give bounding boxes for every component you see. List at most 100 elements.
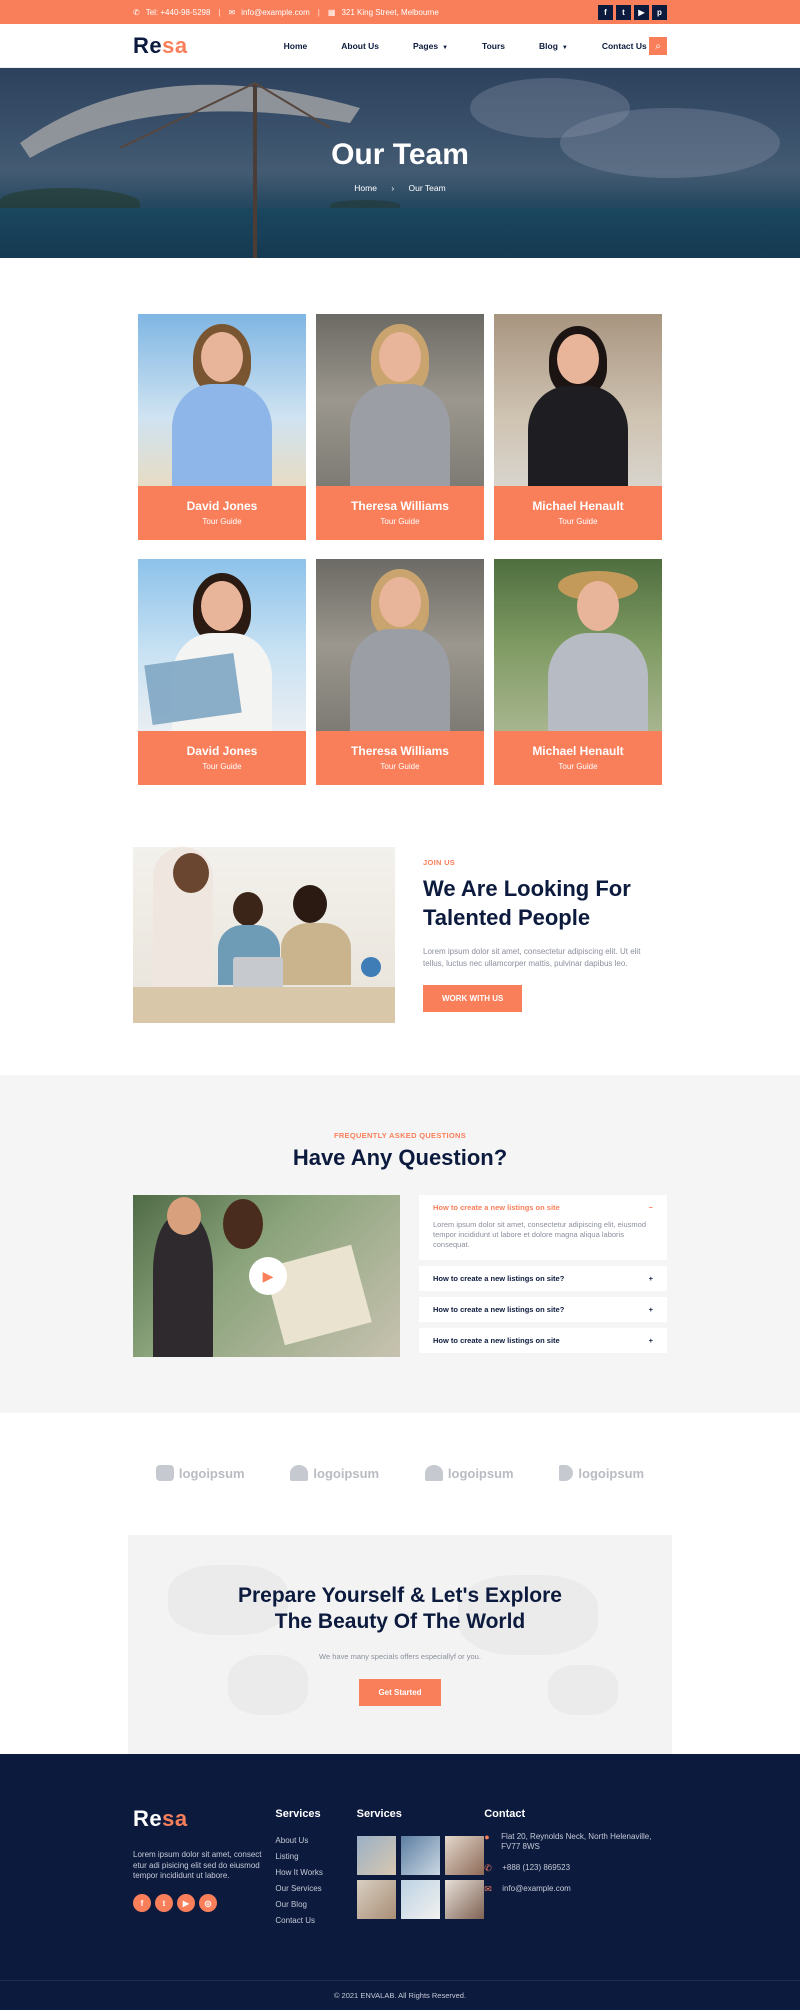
faq-item: How to create a new listings on site? + — [419, 1297, 667, 1323]
faq-question[interactable]: How to create a new listings on site + — [419, 1328, 667, 1353]
team-name: David Jones — [186, 744, 258, 758]
nav-label: Tours — [482, 41, 505, 51]
footer-link[interactable]: Listing — [275, 1852, 356, 1861]
team-card[interactable]: Theresa Williams Tour Guide — [316, 559, 484, 785]
gallery-thumbnail[interactable] — [356, 1879, 396, 1919]
nav-about[interactable]: About Us — [341, 41, 379, 51]
play-button[interactable]: ▶ — [249, 1257, 287, 1295]
team-card[interactable]: David Jones Tour Guide — [138, 314, 306, 540]
logo-part-2: sa — [162, 1805, 188, 1831]
get-started-button[interactable]: Get Started — [359, 1678, 441, 1706]
faq-question[interactable]: How to create a new listings on site? + — [419, 1297, 667, 1322]
gallery-thumbnail[interactable] — [400, 1835, 440, 1875]
gallery-thumbnail[interactable] — [400, 1879, 440, 1919]
faq-question-text: How to create a new listings on site — [433, 1336, 560, 1346]
footer-link[interactable]: About Us — [275, 1836, 356, 1845]
twitter-icon[interactable]: t — [616, 4, 631, 20]
team-card[interactable]: David Jones Tour Guide — [138, 559, 306, 785]
join-content: JOIN US We Are Looking For Talented Peop… — [423, 858, 663, 1012]
mail-icon: ✉ — [484, 1884, 492, 1895]
join-text: Lorem ipsum dolor sit amet, consectetur … — [423, 947, 641, 968]
phone-text[interactable]: +888 (123) 869523 — [502, 1863, 570, 1875]
person-figure — [162, 324, 282, 486]
partner-logo[interactable]: logoipsum — [424, 1465, 514, 1482]
facebook-icon[interactable]: f — [598, 4, 613, 20]
team-photo — [316, 559, 484, 731]
facebook-icon[interactable]: f — [133, 1894, 151, 1913]
nav-contact[interactable]: Contact Us — [602, 41, 647, 51]
breadcrumb: Home › Our Team — [0, 183, 800, 193]
work-with-us-button[interactable]: WORK WITH US — [423, 984, 523, 1012]
faq-answer: Lorem ipsum dolor sit amet, consectetur … — [433, 1220, 647, 1250]
person-figure — [538, 571, 658, 731]
nav-label: Pages — [413, 41, 439, 51]
video-thumbnail[interactable]: ▶ — [133, 1195, 400, 1357]
faq-accordion: How to create a new listings on site − L… — [419, 1195, 667, 1359]
faq-question[interactable]: How to create a new listings on site − — [419, 1195, 667, 1220]
footer-link[interactable]: Our Blog — [275, 1900, 356, 1909]
mail-icon: ✉ — [228, 7, 236, 17]
footer-contact-column: Contact ● Flat 20, Reynolds Neck, North … — [484, 1806, 667, 1932]
faq-question-text: How to create a new listings on site? — [433, 1274, 565, 1284]
gallery-thumbnail[interactable] — [444, 1879, 484, 1919]
pinterest-icon[interactable]: p — [652, 4, 667, 20]
join-section: JOIN US We Are Looking For Talented Peop… — [0, 829, 800, 1075]
plus-icon: + — [648, 1274, 653, 1284]
nav-home[interactable]: Home — [284, 41, 308, 51]
partner-logo[interactable]: logoipsum — [290, 1465, 379, 1482]
footer-gallery — [356, 1835, 485, 1919]
nav-label: Home — [283, 41, 308, 51]
team-card[interactable]: Theresa Williams Tour Guide — [316, 314, 484, 540]
faq-item: How to create a new listings on site − L… — [419, 1195, 667, 1261]
faq-question[interactable]: How to create a new listings on site? + — [419, 1266, 667, 1291]
cta-text: We have many specials offers especiallyf… — [319, 1651, 481, 1661]
nav-pages[interactable]: Pages ▼ — [413, 41, 448, 51]
team-name: Michael Henault — [532, 744, 624, 758]
divider: | — [218, 7, 221, 17]
instagram-icon[interactable]: ◎ — [199, 1894, 217, 1913]
search-button[interactable]: ⌕ — [649, 37, 667, 55]
team-card[interactable]: Michael Henault Tour Guide — [494, 314, 662, 540]
logo-part-1: Re — [133, 1805, 163, 1831]
footer-link[interactable]: Our Services — [275, 1884, 356, 1893]
gallery-thumbnail[interactable] — [356, 1835, 396, 1875]
footer-about-text: Lorem ipsum dolor sit amet, consect etur… — [133, 1849, 262, 1881]
nav-tours[interactable]: Tours — [482, 41, 505, 51]
footer-logo[interactable]: Resa — [133, 1806, 275, 1832]
team-card[interactable]: Michael Henault Tour Guide — [494, 559, 662, 785]
phone-icon: ✆ — [484, 1862, 492, 1873]
faq-section: FREQUENTLY ASKED QUESTIONS Have Any Ques… — [0, 1075, 800, 1414]
footer-about: Resa Lorem ipsum dolor sit amet, consect… — [133, 1806, 275, 1932]
search-icon: ⌕ — [655, 40, 661, 52]
footer-link[interactable]: How It Works — [275, 1868, 356, 1877]
breadcrumb-home[interactable]: Home — [354, 183, 377, 193]
team-section: David Jones Tour Guide Theresa Williams … — [0, 258, 800, 829]
youtube-icon[interactable]: ▶ — [634, 4, 649, 20]
copyright: © 2021 ENVALAB. All Rights Reserved. — [0, 1979, 800, 2010]
faq-title: Have Any Question? — [292, 1145, 508, 1170]
team-info: Michael Henault Tour Guide — [494, 486, 662, 540]
gallery-thumbnail[interactable] — [444, 1835, 484, 1875]
twitter-icon[interactable]: t — [155, 1894, 173, 1913]
team-role: Tour Guide — [202, 517, 242, 526]
email-text[interactable]: info@example.com — [502, 1884, 571, 1896]
faq-question-text: How to create a new listings on site? — [433, 1305, 565, 1315]
footer-link[interactable]: Contact Us — [275, 1916, 356, 1925]
nav-blog[interactable]: Blog ▼ — [539, 41, 568, 51]
phone-text: Tel: +440-98-5298 — [145, 7, 211, 17]
youtube-icon[interactable]: ▶ — [177, 1894, 195, 1913]
play-icon: ▶ — [262, 1267, 274, 1284]
divider: | — [317, 7, 320, 17]
logo-mark-icon — [290, 1465, 309, 1482]
team-photo — [316, 314, 484, 486]
top-bar: ✆ Tel: +440-98-5298 | ✉ info@example.com… — [0, 0, 800, 24]
email-text[interactable]: info@example.com — [241, 8, 310, 17]
breadcrumb-current: Our Team — [408, 183, 446, 193]
logo-mark-icon — [559, 1465, 574, 1482]
partner-logo[interactable]: logoipsum — [155, 1465, 245, 1482]
office-team-image — [133, 847, 395, 1023]
join-eyebrow: JOIN US — [423, 858, 456, 868]
partner-logo[interactable]: logoipsum — [559, 1465, 644, 1482]
logo[interactable]: Resa — [133, 33, 188, 59]
team-name: Theresa Williams — [351, 744, 449, 758]
